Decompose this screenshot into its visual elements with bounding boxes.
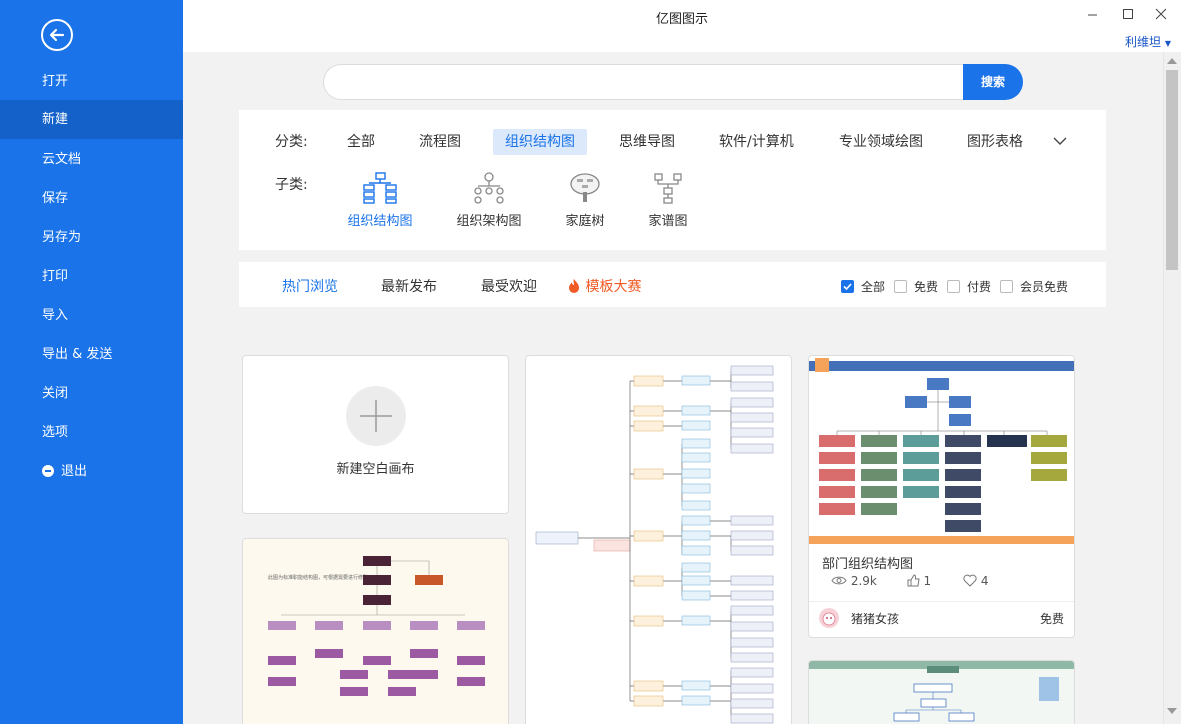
tab-popular[interactable]: 热门浏览 [282,276,338,296]
filter-paid-label: 付费 [967,280,992,294]
template-thumbnail [809,356,1074,544]
plus-icon [346,386,406,446]
tab-org-chart[interactable]: 组织结构图 [493,129,587,155]
sidebar-item-print[interactable]: 打印 [0,257,183,296]
back-arrow-icon[interactable] [41,19,73,51]
filter-all-label: 全部 [861,280,886,294]
category-panel: 分类: 全部 流程图 组织结构图 思维导图 软件/计算机 专业领域绘图 图形表格… [239,110,1106,250]
filter-member-free-checkbox[interactable] [1000,280,1013,293]
template-card-department-org[interactable]: 部门组织结构图 2.9k 1 4 猪猪女孩 免费 [808,355,1075,638]
avatar [819,608,839,628]
scroll-down-icon[interactable] [1167,708,1177,714]
tab-latest[interactable]: 最新发布 [381,276,437,296]
tab-mind-map[interactable]: 思维导图 [607,129,687,155]
tab-graphics-table[interactable]: 图形表格 [955,129,1035,155]
chevron-down-icon[interactable] [1051,132,1069,154]
like-count: 1 [923,574,932,588]
sidebar-item-close[interactable]: 关闭 [0,374,183,413]
filter-all-checkbox[interactable] [841,280,854,293]
view-count: 2.9k [850,574,877,588]
template-thumbnail [535,365,774,724]
vertical-scrollbar[interactable] [1163,52,1181,724]
sidebar-item-import[interactable]: 导入 [0,296,183,335]
card-divider [809,601,1074,602]
subcat-genealogy[interactable]: 家谱图 [623,172,713,229]
maximize-icon[interactable] [1118,4,1138,24]
heart-icon[interactable] [963,574,981,588]
category-label: 分类: [275,134,308,150]
sidebar: 打开 新建 云文档 保存 另存为 打印 导入 导出 & 发送 关闭 选项 退出 [0,0,183,724]
template-card-purple-org[interactable]: 此图为标准职能结构图，可根据需要进行修改 [242,538,509,724]
svg-text:此图为标准职能结构图，可根据需要进行修改: 此图为标准职能结构图，可根据需要进行修改 [268,574,368,581]
tab-template-contest[interactable]: 模板大赛 [567,276,641,296]
subcat-label: 家庭树 [565,214,605,229]
search-input[interactable] [323,64,963,100]
minus-circle-icon [42,465,54,477]
sidebar-item-save[interactable]: 保存 [0,179,183,218]
minimize-icon[interactable] [1083,4,1103,24]
window-title: 亿图图示 [655,12,708,27]
subcat-label: 组织结构图 [347,214,413,229]
sidebar-item-label: 退出 [61,464,88,479]
sidebar-item-exit[interactable]: 退出 [0,452,183,491]
sort-filter-bar: 热门浏览 最新发布 最受欢迎 模板大赛 全部 免费 付费 会员免费 [239,262,1106,307]
thumbs-up-icon[interactable] [907,574,924,588]
new-blank-canvas-card[interactable]: 新建空白画布 [242,355,509,514]
sidebar-item-options[interactable]: 选项 [0,413,183,452]
close-icon[interactable] [1151,4,1171,24]
contest-label: 模板大赛 [585,279,642,295]
sidebar-item-save-as[interactable]: 另存为 [0,218,183,257]
org-architecture-icon [474,172,504,204]
favorite-count: 4 [980,574,989,588]
tab-professional[interactable]: 专业领域绘图 [827,129,935,155]
family-tree-icon [570,173,600,202]
sidebar-item-open[interactable]: 打开 [0,62,183,101]
template-card-partial[interactable] [808,660,1075,724]
filter-member-free-label: 会员免费 [1020,280,1069,294]
title-bar: 亿图图示 利维坦 ▼ [183,0,1181,52]
user-name: 利维坦 [1125,35,1162,49]
subcat-label: 家谱图 [648,214,688,229]
scroll-up-icon[interactable] [1167,58,1177,64]
search-button[interactable]: 搜索 [963,64,1023,100]
org-structure-icon [363,172,397,204]
fire-icon [567,279,585,295]
genealogy-icon [654,173,682,204]
filter-free-checkbox[interactable] [894,280,907,293]
subcat-label: 组织架构图 [456,214,522,229]
new-blank-label: 新建空白画布 [336,462,415,477]
template-card-tree-chart[interactable] [525,355,792,724]
template-title: 部门组织结构图 [822,557,914,572]
sidebar-item-cloud-docs[interactable]: 云文档 [0,140,183,179]
scrollbar-thumb[interactable] [1166,70,1178,270]
tab-software[interactable]: 软件/计算机 [707,129,806,155]
user-menu[interactable]: 利维坦 ▼ [1125,33,1171,50]
template-thumbnail [809,661,1074,722]
main-content: 搜索 分类: 全部 流程图 组织结构图 思维导图 软件/计算机 专业领域绘图 图… [183,52,1163,724]
subcategory-label: 子类: [275,177,308,193]
subcat-family-tree[interactable]: 家庭树 [540,172,630,229]
subcat-org-architecture[interactable]: 组织架构图 [444,172,534,229]
caret-down-icon: ▼ [1164,39,1171,48]
sidebar-item-new[interactable]: 新建 [0,100,183,139]
price-badge: 免费 [1039,612,1064,626]
eye-icon [831,574,851,588]
subcat-org-structure[interactable]: 组织结构图 [335,172,425,229]
template-stats: 2.9k 1 4 [831,574,988,588]
sidebar-item-export-send[interactable]: 导出 & 发送 [0,335,183,374]
template-thumbnail: 此图为标准职能结构图，可根据需要进行修改 [268,556,485,696]
filter-paid-checkbox[interactable] [947,280,960,293]
tab-most-liked[interactable]: 最受欢迎 [481,276,537,296]
tab-all[interactable]: 全部 [335,129,387,155]
tab-flowchart[interactable]: 流程图 [407,129,473,155]
filter-free-label: 免费 [914,280,939,294]
author-name[interactable]: 猪猪女孩 [851,610,899,627]
